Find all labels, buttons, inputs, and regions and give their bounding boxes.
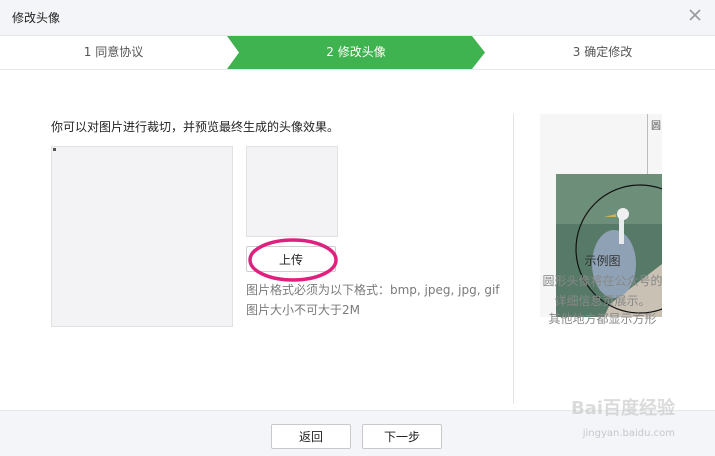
step-agree: 1 同意协议	[0, 36, 227, 69]
example-note-3: 其他地方都显示方形	[548, 312, 657, 326]
intro-text: 你可以对图片进行裁切，并预览最终生成的头像效果。	[51, 120, 340, 134]
divider	[513, 114, 514, 404]
step-edit-avatar-active: 2 修改头像	[227, 36, 485, 69]
step-label: 1 同意协议	[83, 45, 144, 59]
example-note-1: 圆形头像将在公众号的	[542, 274, 663, 288]
step-indicator: 1 同意协议 2 修改头像 3 确定修改	[0, 36, 715, 70]
corner-text: 圆	[651, 120, 661, 132]
crop-area[interactable]	[51, 146, 233, 327]
back-button[interactable]: 返回	[271, 424, 351, 449]
size-hint: 图片大小不可大于2M	[246, 303, 360, 317]
dialog-footer: 返回 下一步	[0, 410, 715, 456]
crop-handle[interactable]	[53, 148, 56, 151]
format-hint: 图片格式必须为以下格式：bmp, jpeg, jpg, gif	[246, 283, 500, 297]
dialog-title: 修改头像	[12, 11, 61, 25]
example-note-2: 详细信息页展示。	[554, 294, 651, 308]
step-label: 3 确定修改	[572, 45, 633, 59]
avatar-preview	[246, 146, 338, 237]
dialog-titlebar: 修改头像	[0, 0, 715, 36]
example-caption: 示例图	[584, 254, 621, 268]
step-label: 2 修改头像	[326, 45, 386, 59]
close-icon[interactable]	[687, 7, 703, 23]
step-confirm: 3 确定修改	[490, 36, 715, 69]
avatar-editor: 你可以对图片进行裁切，并预览最终生成的头像效果。 上传 图片格式必须为以下格式：…	[0, 70, 715, 410]
highlight-ellipse	[248, 238, 338, 282]
next-button[interactable]: 下一步	[362, 424, 442, 449]
